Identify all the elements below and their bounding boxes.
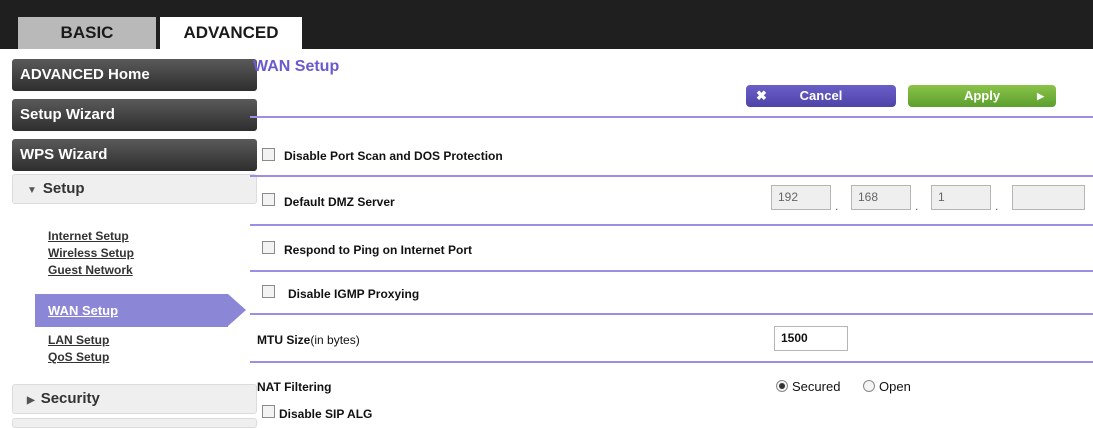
sidebar-item-wan-setup[interactable]: WAN Setup bbox=[35, 294, 246, 327]
default-dmz-label: Default DMZ Server bbox=[284, 195, 395, 209]
disable-sip-alg-checkbox[interactable] bbox=[262, 405, 275, 418]
nat-secured-radio[interactable] bbox=[776, 380, 788, 392]
apply-button-label: Apply bbox=[963, 88, 1001, 103]
page-title: WAN Setup bbox=[253, 58, 340, 75]
top-navigation-bar: BASIC ADVANCED bbox=[0, 0, 1093, 49]
mtu-size-label-text: MTU Size bbox=[257, 333, 311, 347]
sidebar-item-qos-setup[interactable]: QoS Setup bbox=[48, 350, 109, 364]
mtu-size-label: MTU Size(in bytes) bbox=[257, 333, 360, 347]
sidebar-item-internet-setup[interactable]: Internet Setup bbox=[48, 229, 129, 243]
sidebar-security-section[interactable]: ▶ Security bbox=[12, 384, 257, 414]
nat-open-label: Open bbox=[879, 379, 911, 394]
nat-open-radio[interactable] bbox=[863, 380, 875, 392]
respond-ping-label: Respond to Ping on Internet Port bbox=[284, 243, 472, 257]
disable-port-scan-label: Disable Port Scan and DOS Protection bbox=[284, 149, 503, 163]
ip-dot: . bbox=[995, 199, 999, 213]
dmz-ip-octet-2[interactable]: 168 bbox=[851, 185, 911, 210]
sidebar-item-wan-setup-label: WAN Setup bbox=[48, 303, 119, 318]
disable-igmp-checkbox[interactable] bbox=[262, 285, 275, 298]
separator bbox=[250, 313, 1093, 315]
disable-igmp-label: Disable IGMP Proxying bbox=[288, 287, 420, 301]
sidebar-setup-section[interactable]: ▼ Setup bbox=[12, 174, 257, 204]
ip-dot: . bbox=[915, 199, 919, 213]
sidebar-next-section[interactable] bbox=[12, 418, 257, 428]
sidebar-item-guest-network[interactable]: Guest Network bbox=[48, 263, 133, 277]
default-dmz-checkbox[interactable] bbox=[262, 193, 275, 206]
separator bbox=[250, 175, 1093, 177]
separator bbox=[250, 116, 1093, 118]
mtu-unit-label: (in bytes) bbox=[310, 333, 360, 347]
sidebar-advanced-home-button[interactable]: ADVANCED Home bbox=[12, 59, 257, 91]
sidebar-setup-label: Setup bbox=[42, 180, 85, 197]
sidebar-security-label: Security bbox=[40, 390, 100, 407]
separator bbox=[250, 224, 1093, 226]
respond-ping-checkbox[interactable] bbox=[262, 241, 275, 254]
dmz-ip-octet-4[interactable] bbox=[1012, 185, 1085, 210]
disable-port-scan-checkbox[interactable] bbox=[262, 148, 275, 161]
disable-sip-alg-label: Disable SIP ALG bbox=[279, 407, 373, 421]
sidebar-item-wireless-setup[interactable]: Wireless Setup bbox=[48, 246, 134, 260]
ip-dot: . bbox=[835, 199, 839, 213]
separator bbox=[250, 361, 1093, 363]
arrow-right-icon: ▶ bbox=[1037, 91, 1044, 101]
main-content: WAN Setup ✖ Cancel Apply ▶ Disable Port … bbox=[250, 49, 1093, 425]
cancel-button[interactable]: ✖ Cancel bbox=[746, 85, 896, 107]
mtu-size-input[interactable]: 1500 bbox=[774, 326, 848, 351]
tab-advanced[interactable]: ADVANCED bbox=[160, 17, 302, 49]
sidebar-wps-wizard-button[interactable]: WPS Wizard bbox=[12, 139, 257, 171]
nat-filtering-label: NAT Filtering bbox=[257, 380, 332, 394]
nat-secured-label: Secured bbox=[792, 379, 841, 394]
chevron-down-icon: ▼ bbox=[27, 185, 37, 196]
chevron-right-icon: ▶ bbox=[27, 395, 35, 406]
tab-basic[interactable]: BASIC bbox=[18, 17, 156, 49]
sidebar-item-lan-setup[interactable]: LAN Setup bbox=[48, 333, 109, 347]
dmz-ip-octet-1[interactable]: 192 bbox=[771, 185, 831, 210]
sidebar: ADVANCED Home Setup Wizard WPS Wizard ▼ S… bbox=[0, 49, 257, 428]
dmz-ip-octet-3[interactable]: 1 bbox=[931, 185, 991, 210]
sidebar-setup-wizard-button[interactable]: Setup Wizard bbox=[12, 99, 257, 131]
separator bbox=[250, 270, 1093, 272]
cancel-button-label: Cancel bbox=[799, 88, 843, 103]
apply-button[interactable]: Apply ▶ bbox=[908, 85, 1056, 107]
